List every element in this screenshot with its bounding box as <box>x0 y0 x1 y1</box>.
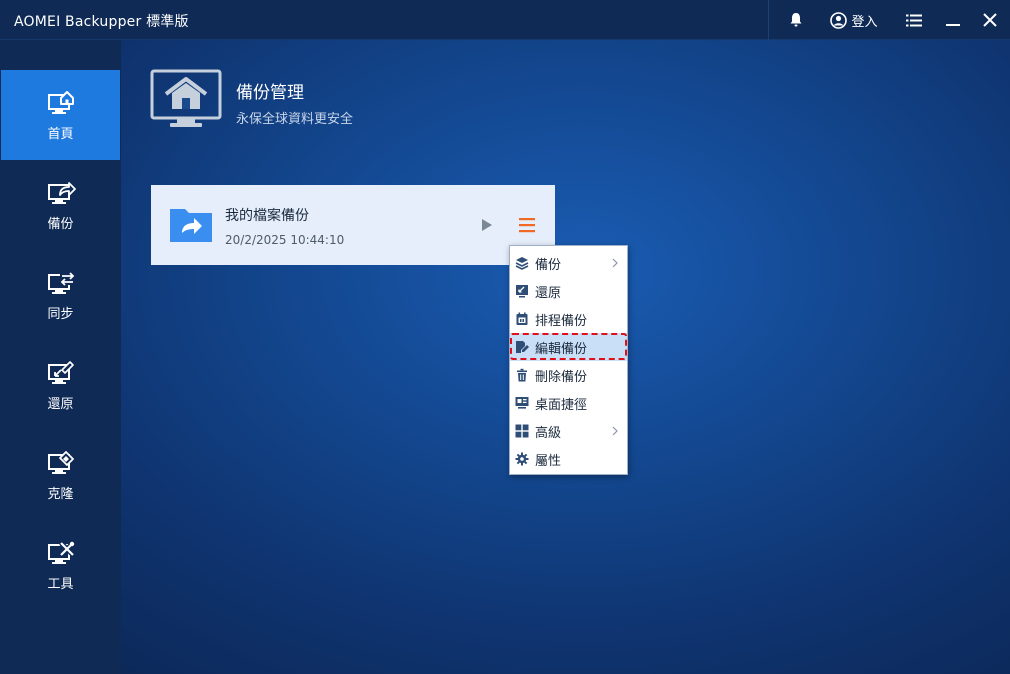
menu-item-label: 刪除備份 <box>535 369 588 385</box>
menu-item-label: 屬性 <box>535 453 562 469</box>
home-monitor-header-icon <box>150 69 222 127</box>
menu-item-label: 還原 <box>535 285 562 301</box>
sidebar-item-label: 還原 <box>47 396 74 412</box>
calendar-icon <box>516 312 528 325</box>
menu-item-label: 桌面捷徑 <box>535 397 588 413</box>
edit-icon <box>516 341 529 353</box>
task-name: 我的檔案備份 <box>225 208 309 224</box>
menu-item-desktop-shortcut[interactable]: 桌面捷徑 <box>510 389 627 417</box>
task-timestamp: 20/2/2025 10:44:10 <box>225 233 345 247</box>
restore-icon <box>516 285 528 298</box>
menu-item-backup[interactable]: 備份 <box>510 249 627 277</box>
chevron-right-icon <box>612 426 618 436</box>
backup-monitor-icon <box>47 181 76 204</box>
sidebar-item-label: 克隆 <box>47 486 74 502</box>
login-button[interactable]: 登入 <box>826 0 882 40</box>
sidebar-item-restore[interactable]: 還原 <box>1 340 120 430</box>
play-icon[interactable] <box>479 216 495 234</box>
user-icon <box>830 11 848 29</box>
chevron-right-icon <box>612 258 618 268</box>
login-label: 登入 <box>851 14 878 30</box>
trash-icon <box>517 368 527 382</box>
menu-item-delete-backup[interactable]: 刪除備份 <box>510 361 627 389</box>
menu-item-advanced[interactable]: 高級 <box>510 417 627 445</box>
main-menu-button[interactable] <box>899 0 929 40</box>
bell-icon <box>790 13 802 27</box>
shortcut-icon <box>515 397 529 409</box>
menu-item-schedule-backup[interactable]: 排程備份 <box>510 305 627 333</box>
list-menu-icon <box>906 14 922 26</box>
close-button[interactable] <box>975 0 1005 40</box>
restore-monitor-icon <box>47 360 74 384</box>
menu-item-label: 排程備份 <box>535 313 588 329</box>
sidebar: 首頁 備份 同步 還原 克隆 工具 <box>0 40 121 674</box>
title-bar-divider <box>768 0 769 40</box>
sidebar-item-label: 工具 <box>47 576 74 592</box>
menu-item-restore[interactable]: 還原 <box>510 277 627 305</box>
sidebar-item-label: 備份 <box>47 216 74 232</box>
menu-item-label: 編輯備份 <box>535 341 588 357</box>
sidebar-item-label: 首頁 <box>47 126 74 142</box>
sidebar-item-sync[interactable]: 同步 <box>1 250 120 340</box>
sidebar-item-clone[interactable]: 克隆 <box>1 430 120 520</box>
layers-icon <box>515 257 529 270</box>
menu-item-label: 高級 <box>535 425 562 441</box>
close-icon <box>983 13 997 27</box>
app-title: AOMEI Backupper 標準版 <box>14 14 189 30</box>
folder-share-icon <box>170 209 212 242</box>
notification-button[interactable] <box>781 0 811 40</box>
title-bar: AOMEI Backupper 標準版 登入 <box>0 0 1010 40</box>
menu-item-properties[interactable]: 屬性 <box>510 445 627 473</box>
sidebar-item-backup[interactable]: 備份 <box>1 160 120 250</box>
page-subtitle: 永保全球資料更安全 <box>236 112 354 127</box>
grid-icon <box>515 424 529 438</box>
sidebar-item-tools[interactable]: 工具 <box>1 520 120 610</box>
task-context-menu: 備份 還原 排程備份 編輯備份 刪除備份 桌面捷徑 高級 屬性 <box>509 245 628 475</box>
sync-monitor-icon <box>47 271 75 294</box>
home-monitor-icon <box>47 90 74 114</box>
sidebar-item-home[interactable]: 首頁 <box>1 70 120 160</box>
clone-monitor-icon <box>47 450 74 474</box>
gear-icon <box>515 452 529 466</box>
menu-item-label: 備份 <box>535 257 562 273</box>
menu-item-edit-backup[interactable]: 編輯備份 <box>510 333 627 361</box>
sidebar-item-label: 同步 <box>47 306 74 322</box>
task-menu-icon[interactable] <box>517 216 537 234</box>
minimize-button[interactable] <box>938 0 968 40</box>
minimize-icon <box>946 24 960 26</box>
tools-monitor-icon <box>47 540 75 564</box>
backup-task-card[interactable]: 我的檔案備份 20/2/2025 10:44:10 <box>151 185 555 265</box>
page-title: 備份管理 <box>236 83 304 103</box>
